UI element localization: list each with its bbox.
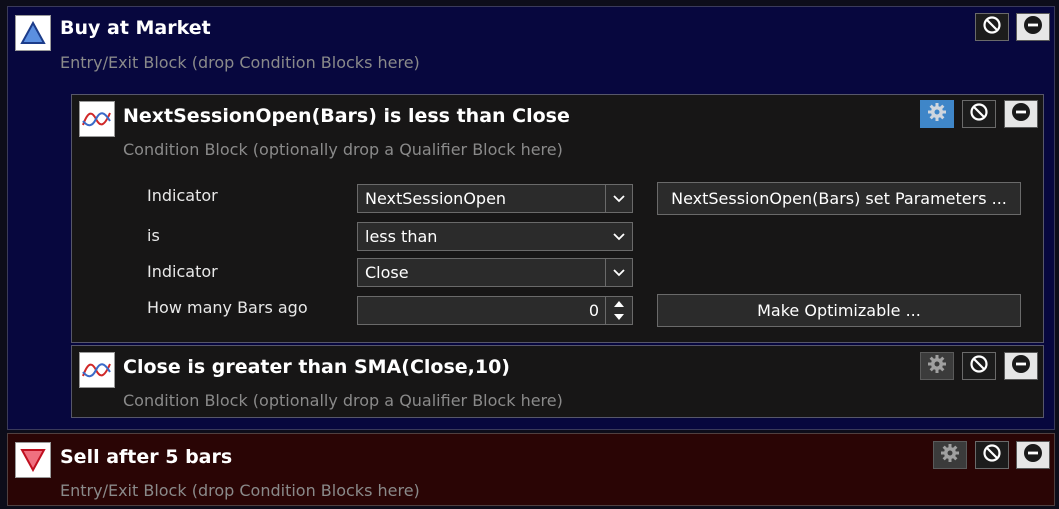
no-entry-icon — [982, 443, 1002, 467]
condition-block-1[interactable]: NextSessionOpen(Bars) is less than Close… — [71, 94, 1044, 343]
triangle-up-icon — [15, 15, 51, 51]
gear-icon — [940, 443, 960, 467]
bars-ago-input[interactable]: 0 — [357, 296, 633, 325]
exit-block-title: Sell after 5 bars — [60, 446, 233, 468]
settings-button[interactable] — [920, 352, 954, 380]
exit-block-sell-after-5-bars[interactable]: Sell after 5 bars Entry/Exit Block (drop… — [7, 433, 1055, 506]
no-entry-icon — [969, 354, 989, 378]
remove-button[interactable] — [1004, 100, 1038, 128]
condition-1-title: NextSessionOpen(Bars) is less than Close — [123, 105, 570, 127]
gear-icon — [927, 354, 947, 378]
bars-ago-value: 0 — [588, 301, 599, 320]
indicator-1-value: NextSessionOpen — [365, 189, 507, 208]
set-parameters-button[interactable]: NextSessionOpen(Bars) set Parameters ... — [657, 182, 1021, 215]
condition-2-subtitle: Condition Block (optionally drop a Quali… — [123, 391, 563, 410]
settings-button[interactable] — [933, 441, 967, 469]
indicator-2-value: Close — [365, 263, 409, 282]
make-optimizable-button[interactable]: Make Optimizable ... — [657, 294, 1021, 327]
indicator-chart-icon — [79, 352, 115, 388]
chevron-down-icon — [606, 223, 632, 250]
indicator-1-select[interactable]: NextSessionOpen — [357, 184, 633, 213]
settings-button[interactable] — [920, 100, 954, 128]
no-entry-icon — [982, 15, 1002, 39]
indicator-2-label: Indicator — [147, 262, 218, 281]
condition-1-subtitle: Condition Block (optionally drop a Quali… — [123, 140, 563, 159]
bars-ago-stepper[interactable] — [605, 297, 632, 324]
triangle-down-icon — [15, 442, 51, 478]
bars-ago-label: How many Bars ago — [147, 298, 308, 317]
comparison-value: less than — [365, 227, 438, 246]
entry-block-subtitle: Entry/Exit Block (drop Condition Blocks … — [60, 53, 420, 72]
comparison-label: is — [147, 226, 160, 245]
remove-button[interactable] — [1016, 441, 1050, 469]
indicator-chart-icon — [79, 101, 115, 137]
disable-button[interactable] — [962, 100, 996, 128]
minus-circle-icon — [1011, 102, 1031, 126]
condition-block-2[interactable]: Close is greater than SMA(Close,10) Cond… — [71, 345, 1044, 418]
no-entry-icon — [969, 102, 989, 126]
remove-button[interactable] — [1004, 352, 1038, 380]
minus-circle-icon — [1023, 15, 1043, 39]
minus-circle-icon — [1023, 443, 1043, 467]
minus-circle-icon — [1011, 354, 1031, 378]
gear-icon — [927, 102, 947, 126]
chevron-down-icon — [605, 185, 632, 212]
exit-block-subtitle: Entry/Exit Block (drop Condition Blocks … — [60, 481, 420, 500]
condition-2-title: Close is greater than SMA(Close,10) — [123, 356, 510, 378]
stepper-up-icon[interactable] — [606, 297, 632, 310]
disable-button[interactable] — [962, 352, 996, 380]
comparison-select[interactable]: less than — [357, 222, 633, 251]
disable-button[interactable] — [975, 441, 1009, 469]
indicator-2-select[interactable]: Close — [357, 258, 633, 287]
remove-button[interactable] — [1016, 13, 1050, 41]
chevron-down-icon — [605, 259, 632, 286]
stepper-down-icon[interactable] — [606, 310, 632, 323]
disable-button[interactable] — [975, 13, 1009, 41]
entry-block-title: Buy at Market — [60, 17, 211, 39]
indicator-1-label: Indicator — [147, 186, 218, 205]
